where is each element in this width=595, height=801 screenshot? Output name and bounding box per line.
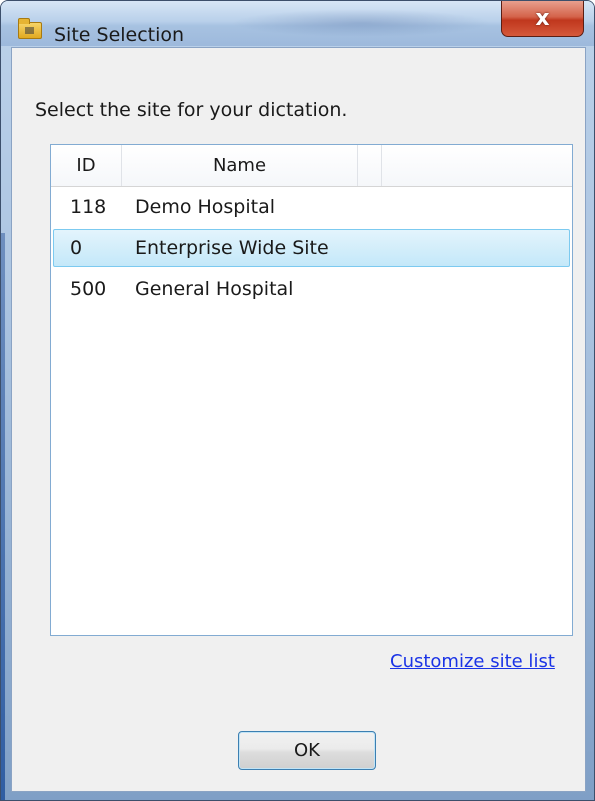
site-selection-window: Site Selection x Select the site for you… bbox=[0, 0, 595, 801]
customize-site-list-link[interactable]: Customize site list bbox=[390, 651, 555, 672]
column-divider[interactable] bbox=[357, 145, 358, 186]
site-id: 500 bbox=[70, 278, 107, 300]
site-id: 118 bbox=[70, 196, 107, 218]
site-row-general-hospital[interactable]: 500 General Hospital bbox=[53, 270, 570, 308]
list-header: ID Name bbox=[51, 145, 572, 187]
close-icon: x bbox=[535, 5, 550, 31]
site-name: Demo Hospital bbox=[135, 196, 276, 218]
site-name: Enterprise Wide Site bbox=[135, 237, 329, 259]
site-id: 0 bbox=[70, 237, 83, 259]
window-frame-left bbox=[1, 233, 5, 800]
column-header-name[interactable]: Name bbox=[122, 145, 357, 186]
close-button[interactable]: x bbox=[501, 1, 584, 37]
column-header-id[interactable]: ID bbox=[51, 145, 121, 186]
dialog-client-area: Select the site for your dictation. ID N… bbox=[11, 47, 586, 792]
site-list[interactable]: ID Name 118 Demo Hospital 0 Enterprise W… bbox=[50, 144, 573, 636]
ok-button[interactable]: OK bbox=[238, 731, 376, 770]
window-title: Site Selection bbox=[54, 24, 185, 46]
folder-icon bbox=[18, 18, 42, 39]
site-name: General Hospital bbox=[135, 278, 294, 300]
site-row-demo-hospital[interactable]: 118 Demo Hospital bbox=[53, 188, 570, 226]
site-row-enterprise-wide-site[interactable]: 0 Enterprise Wide Site bbox=[53, 229, 570, 267]
title-bar[interactable]: Site Selection x bbox=[1, 1, 594, 46]
instruction-text: Select the site for your dictation. bbox=[35, 99, 348, 121]
column-divider[interactable] bbox=[381, 145, 382, 186]
